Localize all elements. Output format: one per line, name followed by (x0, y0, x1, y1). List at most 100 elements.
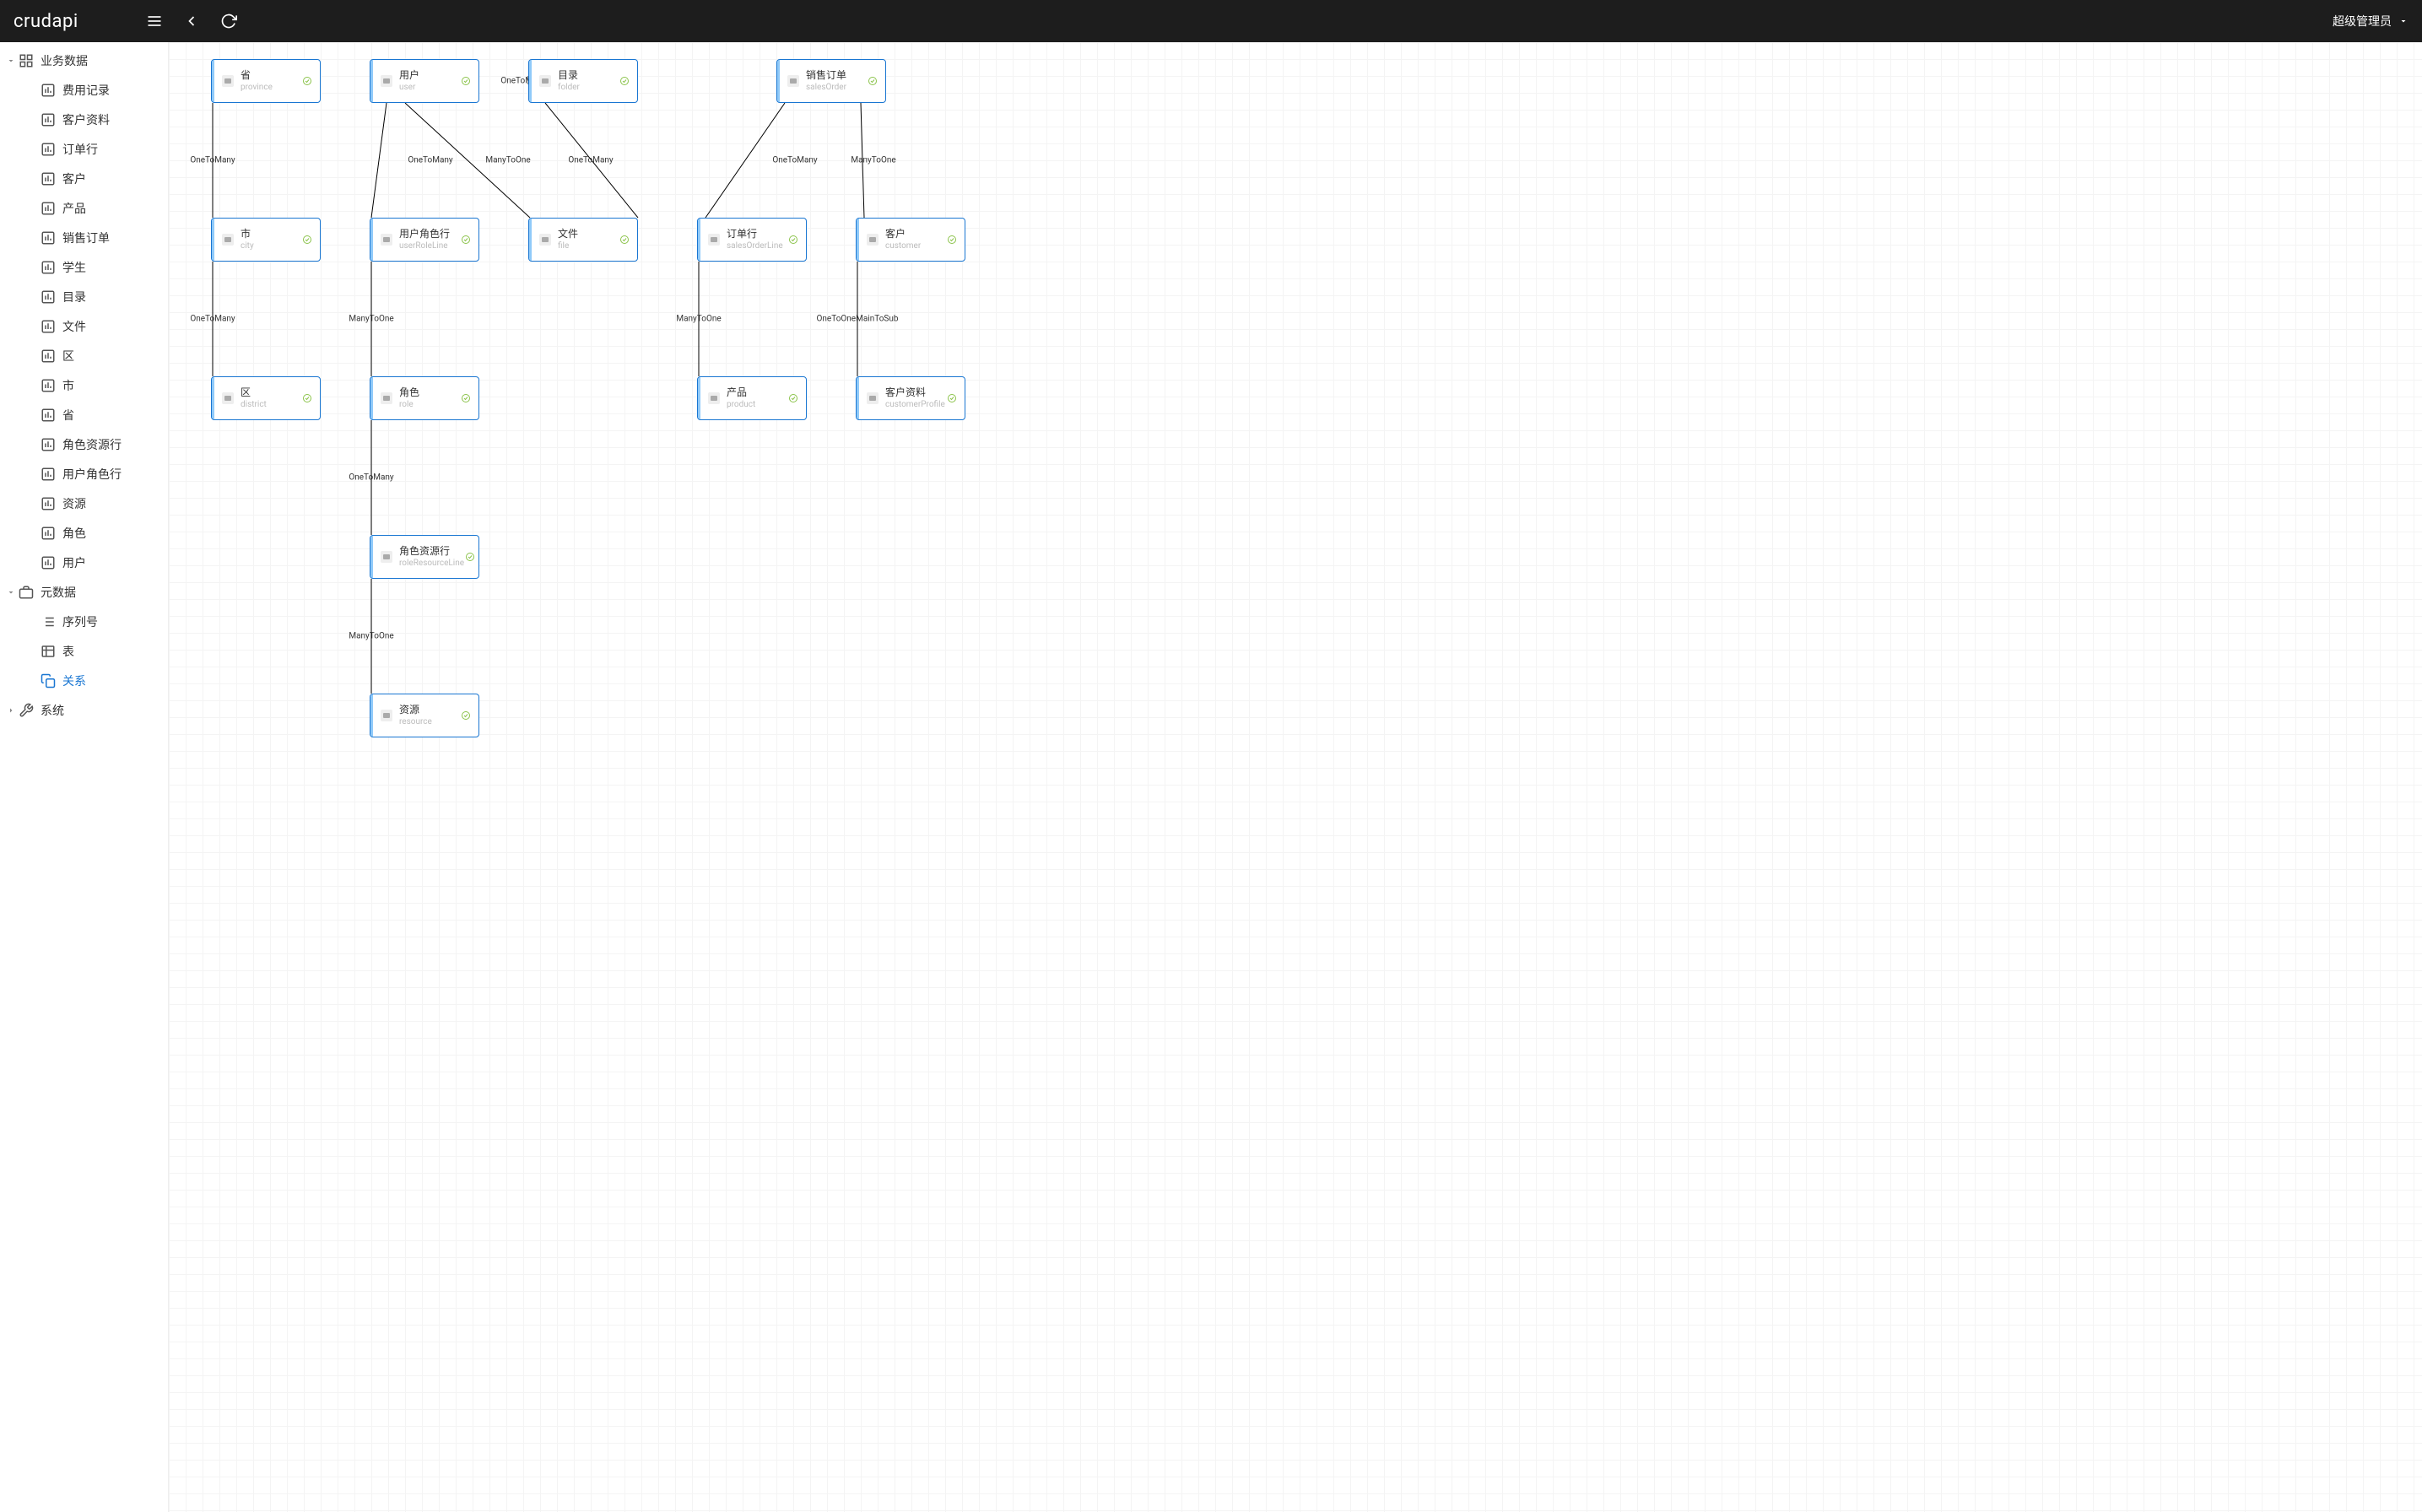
menu-icon[interactable] (146, 13, 163, 30)
chevron-down-icon (2398, 16, 2408, 26)
node-salesOrder[interactable]: 销售订单salesOrder (776, 59, 886, 103)
chevron-down-icon (5, 586, 17, 598)
node-salesOrderLine[interactable]: 订单行salesOrderLine (697, 218, 807, 262)
node-handle (777, 60, 780, 102)
node-type-icon (539, 75, 551, 87)
chart-icon (41, 555, 56, 570)
sidebar-item-expense[interactable]: 费用记录 (0, 75, 168, 105)
node-handle (370, 694, 373, 737)
sidebar-item-label: 角色资源行 (62, 436, 122, 453)
node-roleResourceLine[interactable]: 角色资源行roleResourceLine (370, 535, 479, 579)
sidebar-item-user-role-line[interactable]: 用户角色行 (0, 459, 168, 489)
node-title: 省 (241, 69, 301, 81)
sidebar-item-student[interactable]: 学生 (0, 252, 168, 282)
node-role[interactable]: 角色role (370, 376, 479, 420)
node-customerProfile[interactable]: 客户资料customerProfile (856, 376, 965, 420)
sidebar-item-relation[interactable]: 关系 (0, 666, 168, 695)
edge-label: ManyToOne (349, 632, 393, 641)
check-icon (460, 234, 472, 246)
node-customer[interactable]: 客户customer (856, 218, 965, 262)
sidebar-item-city[interactable]: 市 (0, 370, 168, 400)
diagram-canvas[interactable]: OneToManyOneToManyManyToOneOneToManyOneT… (169, 42, 2422, 1512)
node-type-icon (381, 551, 392, 563)
chart-icon (41, 142, 56, 157)
node-text: 省province (241, 69, 301, 93)
check-icon (619, 75, 630, 87)
node-subtitle: district (241, 400, 301, 410)
node-subtitle: userRoleLine (399, 241, 460, 251)
sidebar-item-district[interactable]: 区 (0, 341, 168, 370)
node-resource[interactable]: 资源resource (370, 694, 479, 737)
node-title: 市 (241, 228, 301, 240)
node-file[interactable]: 文件file (528, 218, 638, 262)
sidebar-item-customer-profile[interactable]: 客户资料 (0, 105, 168, 134)
sidebar-item-folder[interactable]: 目录 (0, 282, 168, 311)
sidebar-item-label: 区 (62, 348, 74, 364)
edge-label: OneToOneMainToSub (817, 315, 899, 324)
edge-label: ManyToOne (485, 156, 530, 165)
sidebar-item-role-resource-line[interactable]: 角色资源行 (0, 429, 168, 459)
sidebar-item-product[interactable]: 产品 (0, 193, 168, 223)
node-type-icon (222, 75, 234, 87)
sidebar-item-order-line[interactable]: 订单行 (0, 134, 168, 164)
node-title: 产品 (727, 386, 787, 398)
node-user[interactable]: 用户user (370, 59, 479, 103)
node-subtitle: salesOrderLine (727, 241, 787, 251)
chart-icon (41, 467, 56, 482)
check-icon (301, 234, 313, 246)
sidebar-section-metadata[interactable]: 元数据 (0, 577, 168, 607)
sidebar-item-label: 市 (62, 377, 74, 394)
node-product[interactable]: 产品product (697, 376, 807, 420)
node-handle (370, 377, 373, 419)
back-icon[interactable] (183, 13, 200, 30)
node-type-icon (539, 234, 551, 246)
copy-icon (41, 673, 56, 688)
sidebar-item-label: 序列号 (62, 613, 98, 630)
user-menu[interactable]: 超级管理员 (2333, 13, 2408, 30)
check-icon (301, 392, 313, 404)
chart-icon (41, 83, 56, 98)
node-title: 订单行 (727, 228, 787, 240)
sidebar-item-table[interactable]: 表 (0, 636, 168, 666)
node-subtitle: city (241, 241, 301, 251)
sidebar-item-resource[interactable]: 资源 (0, 489, 168, 518)
sidebar-section-label: 业务数据 (41, 52, 88, 69)
chart-icon (41, 319, 56, 334)
node-handle (857, 219, 859, 261)
refresh-icon[interactable] (220, 13, 237, 30)
edge-label: ManyToOne (851, 156, 895, 165)
node-type-icon (381, 234, 392, 246)
chart-icon (41, 348, 56, 364)
app-logo: crudapi (14, 11, 78, 32)
node-handle (370, 60, 373, 102)
sidebar-item-label: 角色 (62, 525, 86, 542)
node-district[interactable]: 区district (211, 376, 321, 420)
sidebar-item-sales-order[interactable]: 销售订单 (0, 223, 168, 252)
node-folder[interactable]: 目录folder (528, 59, 638, 103)
node-subtitle: roleResourceLine (399, 559, 464, 569)
sidebar-section-system[interactable]: 系统 (0, 695, 168, 725)
check-icon (460, 392, 472, 404)
node-city[interactable]: 市city (211, 218, 321, 262)
node-subtitle: role (399, 400, 460, 410)
sidebar-item-role[interactable]: 角色 (0, 518, 168, 548)
node-title: 销售订单 (806, 69, 867, 81)
node-handle (698, 377, 700, 419)
sidebar-item-province[interactable]: 省 (0, 400, 168, 429)
sidebar-item-user[interactable]: 用户 (0, 548, 168, 577)
chevron-down-icon (5, 55, 17, 67)
node-type-icon (867, 392, 879, 404)
sidebar-item-label: 销售订单 (62, 230, 110, 246)
check-icon (460, 75, 472, 87)
node-handle (698, 219, 700, 261)
edge-label: OneToMany (190, 315, 235, 324)
check-icon (464, 551, 476, 563)
sidebar-section-business-data[interactable]: 业务数据 (0, 46, 168, 75)
sidebar-item-label: 资源 (62, 495, 86, 512)
sidebar-item-customer[interactable]: 客户 (0, 164, 168, 193)
node-province[interactable]: 省province (211, 59, 321, 103)
sidebar-item-file[interactable]: 文件 (0, 311, 168, 341)
sidebar-item-sequence[interactable]: 序列号 (0, 607, 168, 636)
node-userRoleLine[interactable]: 用户角色行userRoleLine (370, 218, 479, 262)
edge-label: ManyToOne (676, 315, 721, 324)
